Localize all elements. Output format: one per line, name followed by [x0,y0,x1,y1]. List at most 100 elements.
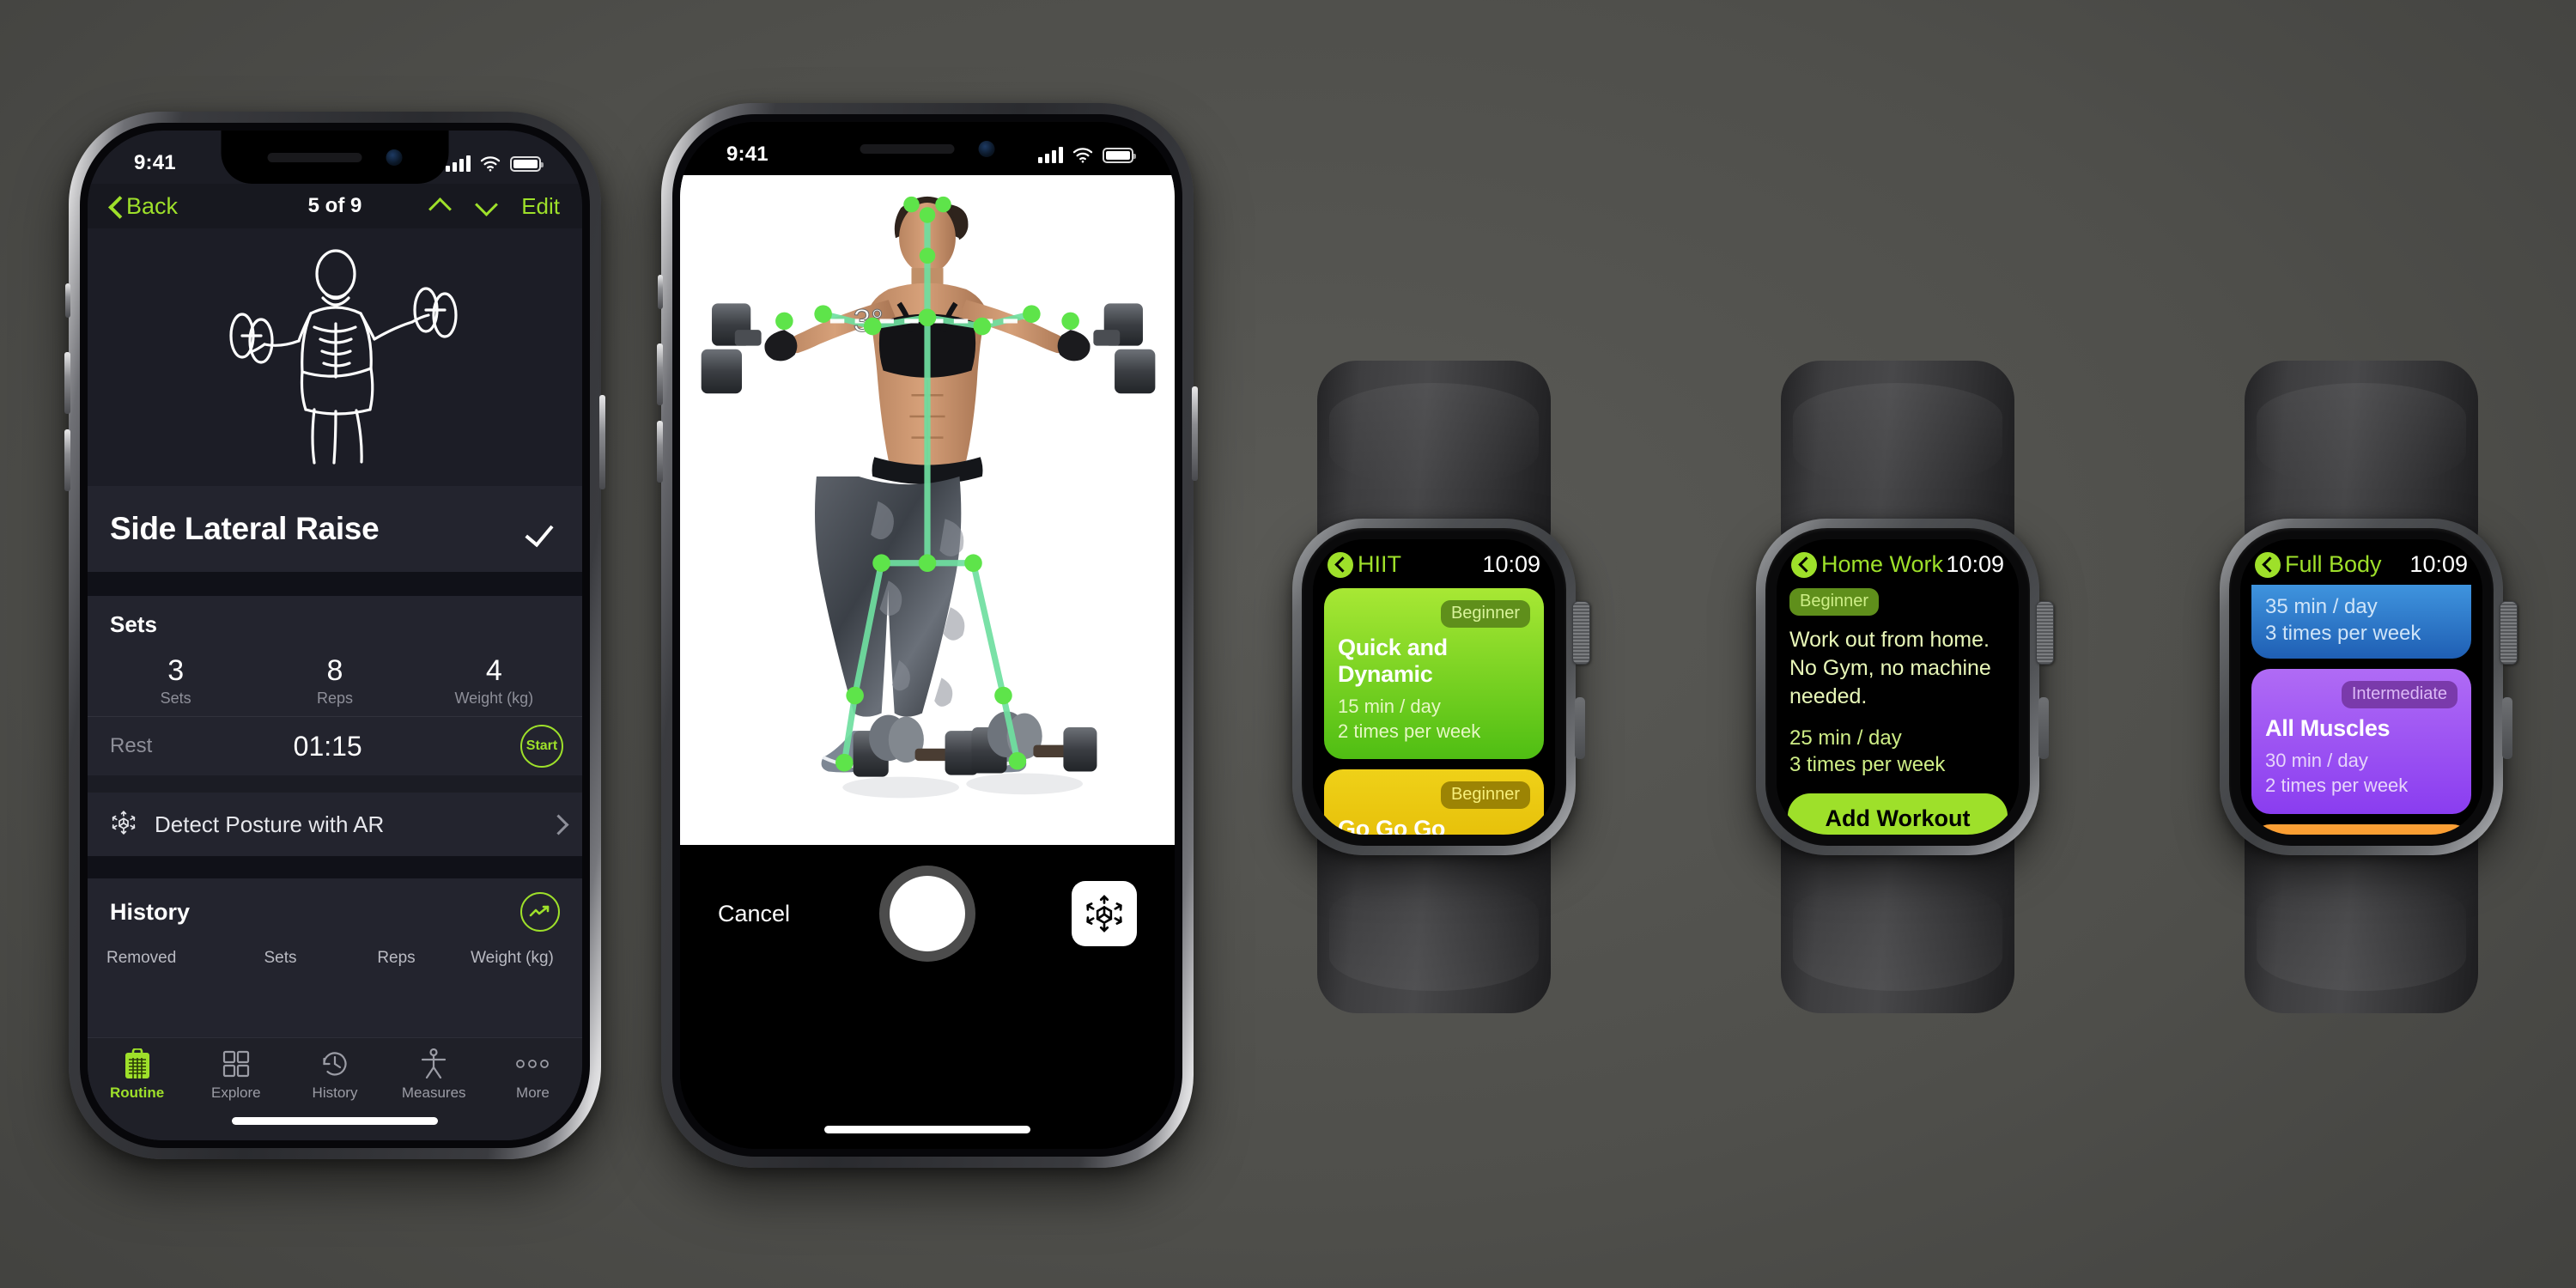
phone2-volume-up[interactable] [657,343,663,405]
home-indicator[interactable] [232,1117,438,1125]
workout-card-go-go-go[interactable]: Beginner Go Go Go 5 min / day [1324,769,1544,835]
weight-value: 4 [485,654,502,687]
weight-stepper[interactable]: 4 Weight (kg) [415,654,574,708]
phone2-notch [813,122,1042,175]
history-col-weight: Weight (kg) [471,949,554,968]
reps-stepper[interactable]: 8 Reps [255,654,414,708]
start-timer-button[interactable]: Start [520,725,563,769]
ellipsis-icon [515,1047,550,1081]
workout-frequency: 3 times per week [2265,622,2421,646]
watch-bezel: HIIT 10:09 Beginner Quick and Dynamic 15… [1302,528,1566,846]
phone2-volume-down[interactable] [657,421,663,483]
rest-timer-value: 01:15 [293,730,362,762]
phone1-volume-up[interactable] [64,352,70,414]
phone2-inner-bezel: 3° [672,114,1182,1157]
wifi-icon [1072,147,1093,163]
workout-card-quick-and-dynamic[interactable]: Beginner Quick and Dynamic 15 min / day … [1324,588,1544,760]
ar-pose-photo[interactable]: 3° [680,175,1175,845]
detect-posture-label: Detect Posture with AR [155,811,385,837]
history-col-reps: Reps [377,949,416,968]
home-indicator[interactable] [824,1126,1030,1133]
watch2-back-button[interactable]: Home Work [1791,551,1943,578]
watch-side-button[interactable] [1575,697,1585,759]
ar-cube-icon[interactable] [1072,881,1137,946]
sets-values-row: 3 Sets 8 Reps 4 Weight (kg) [88,643,582,716]
difficulty-badge: Beginner [1789,588,1880,616]
watch2-title: Home Work [1821,551,1944,577]
cellular-bars-icon [446,155,471,172]
phone1-inner-bezel: Back 5 of 9 Edit Side Lateral Raise Sets… [80,123,590,1148]
workout-meta: 35 min / day 3 times per week [2265,593,2458,647]
workout-card-partial-orange[interactable]: Advanced [2251,823,2471,835]
clipboard-icon [124,1047,151,1081]
watch3-back-button[interactable]: Full Body [2255,551,2382,578]
shutter-button[interactable] [879,866,975,962]
phone2-silent-switch[interactable] [658,275,663,309]
back-button[interactable]: Back [110,193,178,220]
workout-card-all-muscles[interactable]: Intermediate All Muscles 30 min / day 2 … [2251,669,2471,814]
checkmark-icon[interactable] [527,513,560,545]
tab-measures[interactable]: Measures [385,1038,483,1140]
weight-label: Weight (kg) [454,690,534,708]
battery-icon [1103,147,1136,163]
phone1-silent-switch[interactable] [65,283,70,318]
watch3-status-bar: Full Body 10:09 [2251,551,2471,578]
watch1-time: 10:09 [1482,551,1540,577]
badge-row: Beginner [1338,781,1530,810]
workout-description: Work out from home. No Gym, no machine n… [1789,628,1991,708]
tab-more[interactable]: More [483,1038,582,1140]
digital-crown[interactable] [1572,601,1590,665]
status-time: 9:41 [134,151,176,174]
history-col-removed: Removed [106,949,177,968]
chevron-down-icon[interactable] [475,198,497,214]
ar-camera-view: 3° [680,122,1175,1149]
watch-case: Home Work 10:09 Beginner Work out from h… [1756,519,2054,855]
routine-detail-view: Back 5 of 9 Edit Side Lateral Raise Sets… [88,131,582,1140]
watch3-screen: Full Body 10:09 35 min / day 3 times per… [2240,539,2482,835]
phone1-volume-down[interactable] [64,429,70,491]
watch1-screen: HIIT 10:09 Beginner Quick and Dynamic 15… [1313,539,1555,835]
phone2-screen: 3° [680,122,1175,1149]
exercise-header: Side Lateral Raise [88,486,582,572]
workout-card-partial-blue[interactable]: 35 min / day 3 times per week [2251,585,2471,659]
phone2-power-button[interactable] [1192,386,1198,481]
sets-value: 3 [167,654,185,687]
tab-more-label: More [516,1084,550,1101]
tab-routine[interactable]: Routine [88,1038,186,1140]
workout-duration: 25 min / day [1789,726,1902,750]
detect-posture-ar-row[interactable]: Detect Posture with AR [88,793,582,857]
cancel-button[interactable]: Cancel [718,901,790,927]
workout-meta: 30 min / day 2 times per week [2265,749,2458,798]
add-workout-button[interactable]: Add Workout [1788,793,2008,835]
workout-title: All Muscles [2265,715,2391,742]
exercise-name: Side Lateral Raise [110,511,380,546]
watch-side-button[interactable] [2038,697,2049,759]
sets-stepper[interactable]: 3 Sets [96,654,255,708]
earpiece-speaker [267,152,362,162]
tab-explore[interactable]: Explore [186,1038,285,1140]
front-camera-icon [386,149,403,166]
trend-chart-icon[interactable] [520,892,560,933]
sets-section: Sets 3 Sets 8 Reps 4 Weight (kg) Rest 01… [88,596,582,776]
digital-crown[interactable] [2500,601,2518,665]
edit-button[interactable]: Edit [521,193,560,220]
workout-title: Quick and Dynamic [1338,635,1448,687]
apple-watch-hiit: HIIT 10:09 Beginner Quick and Dynamic 15… [1228,361,1640,1013]
reps-label: Reps [316,690,353,708]
chevron-left-circle-icon [1791,551,1817,578]
watch-side-button[interactable] [2502,697,2512,759]
tab-history[interactable]: History [285,1038,384,1140]
apple-watch-home-work: Home Work 10:09 Beginner Work out from h… [1692,361,2104,1013]
tab-explore-label: Explore [210,1084,261,1101]
history-col-sets: Sets [264,949,297,968]
tab-bar: Routine Explore History Measures More [88,1037,582,1140]
nav-actions: Edit [428,193,560,220]
digital-crown[interactable] [2036,601,2054,665]
watch1-back-button[interactable]: HIIT [1327,551,1401,578]
chevron-up-icon[interactable] [428,198,451,214]
body-measure-icon [421,1047,447,1081]
workout-frequency: 3 times per week [1789,753,1946,777]
workout-meta: 25 min / day 3 times per week [1788,725,2008,778]
watch2-time: 10:09 [1946,551,2004,577]
phone1-power-button[interactable] [599,395,605,489]
